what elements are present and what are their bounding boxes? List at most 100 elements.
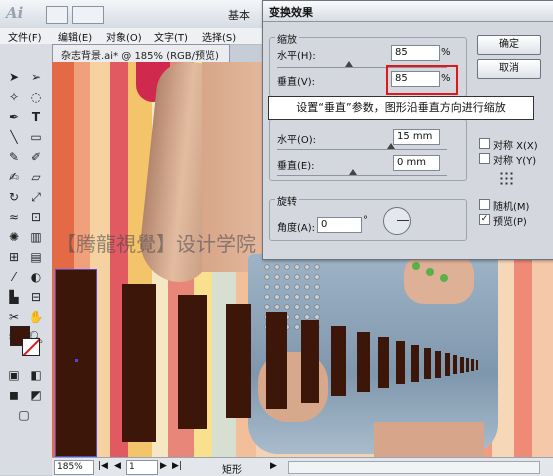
rotate-group-label: 旋转 [275,193,299,208]
scale-horizontal-input[interactable]: 85 [391,45,440,61]
warp-tool-icon[interactable]: ≈ [4,208,24,226]
move-horizontal-label: 水平(O): [277,135,317,146]
model-legs [374,422,484,457]
dialog-title-bar[interactable]: 变换效果 [263,1,553,22]
transformed-bar-copy [460,357,464,373]
status-bar: 185% |◀ ◀ 1 ▶ ▶| 矩形 ▶ [52,457,553,476]
stroke-swatch[interactable] [22,338,40,356]
menu-type[interactable]: 文字(T) [154,29,188,44]
previous-page-icon[interactable]: ◀ [114,461,121,471]
selection-tool-icon[interactable]: ➤ [4,68,24,86]
horizontal-scrollbar[interactable] [288,461,540,474]
gradient-tool-icon[interactable]: ▤ [26,248,46,266]
current-tool-label: 矩形 [222,465,242,476]
transformed-bar-copy [378,337,389,388]
transformed-bar-copy [424,348,431,379]
blend-tool-icon[interactable]: ◐ [26,268,46,286]
original-bar[interactable] [55,269,97,457]
illustrator-logo: Ai [6,4,24,22]
slider-handle[interactable] [387,143,395,149]
first-page-icon[interactable]: |◀ [98,461,108,471]
workspace-label[interactable]: 基本 [228,7,250,23]
rectangle-tool-icon[interactable]: ▭ [26,128,46,146]
slider-handle[interactable] [345,61,353,67]
eraser-icon[interactable]: ▱ [26,168,46,186]
preview-checkbox[interactable]: ✓ [479,214,490,225]
angle-dial[interactable] [383,207,411,235]
dialog-title: 变换效果 [269,6,313,19]
transform-effect-dialog: 变换效果 缩放 水平(H): 85 % 垂直(V): 85 % 水平(O): 1… [262,0,553,260]
hand-tool-icon[interactable]: ✋ [26,308,46,326]
arrange-documents-icon[interactable] [72,6,104,24]
menu-select[interactable]: 选择(S) [202,29,236,44]
gradient-mode-icon[interactable]: ◩ [26,386,46,404]
move-vertical-slider[interactable] [277,175,447,176]
transformed-bar-copy [476,360,478,370]
pen-tool-icon[interactable]: ✒ [4,108,24,126]
transformed-bar-copy [396,341,405,384]
menu-object[interactable]: 对象(O) [106,29,142,44]
move-horizontal-input[interactable]: 15 mm [393,129,440,145]
bar-center-point [75,359,78,362]
move-horizontal-slider[interactable] [277,149,447,150]
artboard-tool-icon[interactable]: ⊟ [26,288,46,306]
reflect-y-checkbox[interactable] [479,153,490,164]
color-mode-icon[interactable]: ◼ [4,386,24,404]
document-tab[interactable]: 杂志背景.ai* @ 185% (RGB/预览) [52,44,230,63]
transformed-bar-copy [445,353,450,376]
slice-tool-icon[interactable]: ✂ [4,308,24,326]
tutorial-callout: 设置“垂直”参数，图形沿垂直方向进行缩放 [268,96,534,120]
move-vertical-input[interactable]: 0 mm [393,155,440,171]
blob-brush-icon[interactable]: ✍ [4,168,24,186]
last-page-icon[interactable]: ▶| [172,461,182,471]
draw-normal-icon[interactable]: ▣ [4,366,24,384]
type-tool-icon[interactable]: T [26,108,46,126]
document-tab-title: 杂志背景.ai* @ 185% (RGB/预览) [61,51,219,62]
reflect-y-label: 对称 Y(Y) [493,156,537,167]
random-checkbox[interactable] [479,199,490,210]
reflect-x-checkbox[interactable] [479,138,490,149]
rotate-tool-icon[interactable]: ↻ [4,188,24,206]
percent-unit: % [441,47,451,58]
bridge-icon[interactable] [46,6,68,24]
transformed-bar-copy [122,284,156,442]
eyedropper-icon[interactable]: ⁄ [4,268,24,286]
reference-point-locator-icon[interactable] [499,171,513,185]
scale-tool-icon[interactable]: ⤢ [26,188,46,206]
screen-mode-icon[interactable]: ▢ [14,406,34,424]
transformed-bar-copy [226,304,251,418]
menu-edit[interactable]: 编辑(E) [58,29,92,44]
green-nail [426,268,434,276]
graph-tool-icon[interactable]: ▥ [26,228,46,246]
line-tool-icon[interactable]: ╲ [4,128,24,146]
percent-unit: % [441,73,451,84]
green-nail [412,262,420,270]
cancel-button[interactable]: 取消 [477,59,541,79]
direct-selection-tool-icon[interactable]: ➢ [26,68,46,86]
zoom-field[interactable]: 185% [54,460,94,475]
lasso-icon[interactable]: ◌ [26,88,46,106]
angle-input[interactable]: 0 [317,217,362,233]
paintbrush-icon[interactable]: ✎ [4,148,24,166]
move-vertical-label: 垂直(E): [277,161,315,172]
page-number-field[interactable]: 1 [126,460,158,475]
magic-wand-icon[interactable]: ✧ [4,88,24,106]
transformed-bar-copy [471,359,474,371]
column-graph-icon[interactable]: ▙ [4,288,24,306]
scale-group-label: 缩放 [275,31,299,46]
scale-vertical-input[interactable]: 85 [391,71,440,87]
random-label: 随机(M) [493,202,530,213]
status-menu-arrow-icon[interactable]: ▶ [270,461,277,471]
green-nail [440,274,448,282]
free-transform-icon[interactable]: ⊡ [26,208,46,226]
draw-mode-icon[interactable]: ◧ [26,366,46,384]
symbol-sprayer-icon[interactable]: ✺ [4,228,24,246]
tools-panel: ➤ ➢ ✧ ◌ ✒ T ╲ ▭ ✎ ✐ ✍ ▱ ↻ ⤢ ≈ ⊡ ✺ ▥ ⊞ ▤ … [0,44,53,475]
pencil-icon[interactable]: ✐ [26,148,46,166]
transformed-bar-copy [411,345,419,382]
mesh-tool-icon[interactable]: ⊞ [4,248,24,266]
menu-file[interactable]: 文件(F) [8,29,42,44]
ok-button[interactable]: 确定 [477,35,541,55]
slider-handle[interactable] [349,169,357,175]
next-page-icon[interactable]: ▶ [160,461,167,471]
